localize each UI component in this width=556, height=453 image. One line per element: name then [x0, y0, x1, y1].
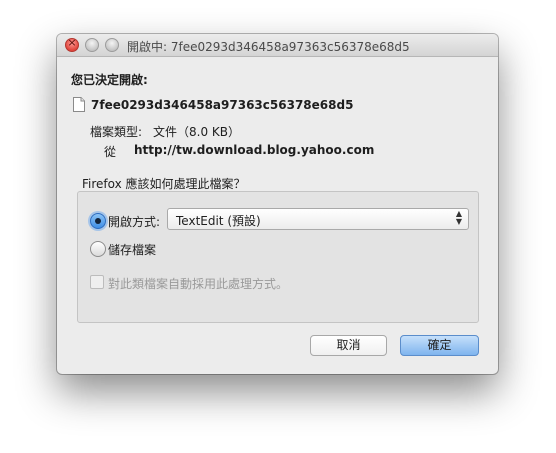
source-url: http://tw.download.blog.yahoo.com [134, 143, 375, 157]
application-select-value: TextEdit (預設) [176, 214, 261, 228]
download-dialog-window: 開啟中: 7fee0293d346458a97363c56378e68d5 您已… [57, 34, 498, 374]
close-window-button[interactable] [65, 36, 79, 52]
open-with-label[interactable]: 開啟方式: [108, 213, 160, 230]
handling-options-group: 開啟方式: TextEdit (預設) ▲ ▼ 儲存檔案 對此類檔案自動採用此處理… [77, 191, 479, 323]
radio-selected-dot [95, 218, 101, 224]
zoom-window-button[interactable] [105, 38, 119, 52]
minimize-window-button[interactable] [85, 38, 99, 52]
window-title: 開啟中: 7fee0293d346458a97363c56378e68d5 [127, 40, 410, 54]
save-file-radio[interactable] [90, 241, 106, 257]
cancel-button[interactable]: 取消 [310, 335, 387, 356]
file-type-label: 檔案類型: [90, 125, 143, 139]
open-with-radio[interactable] [90, 213, 106, 229]
remember-choice-label: 對此類檔案自動採用此處理方式。 [108, 277, 289, 291]
source-label: 從 [104, 145, 117, 159]
application-select[interactable]: TextEdit (預設) ▲ ▼ [167, 208, 469, 230]
select-updown-arrows-icon: ▲ ▼ [455, 209, 462, 226]
file-name: 7fee0293d346458a97363c56378e68d5 [91, 98, 354, 112]
dialog-heading: 您已決定開啟: [71, 73, 148, 87]
save-file-label[interactable]: 儲存檔案 [108, 241, 156, 258]
document-icon [73, 97, 85, 112]
handling-question: Firefox 應該如何處理此檔案？ [82, 177, 246, 191]
ok-button[interactable]: 確定 [400, 335, 479, 356]
remember-choice-checkbox[interactable] [90, 275, 104, 289]
title-bar[interactable]: 開啟中: 7fee0293d346458a97363c56378e68d5 [57, 34, 498, 57]
file-type-value: 文件（8.0 KB） [153, 125, 241, 139]
